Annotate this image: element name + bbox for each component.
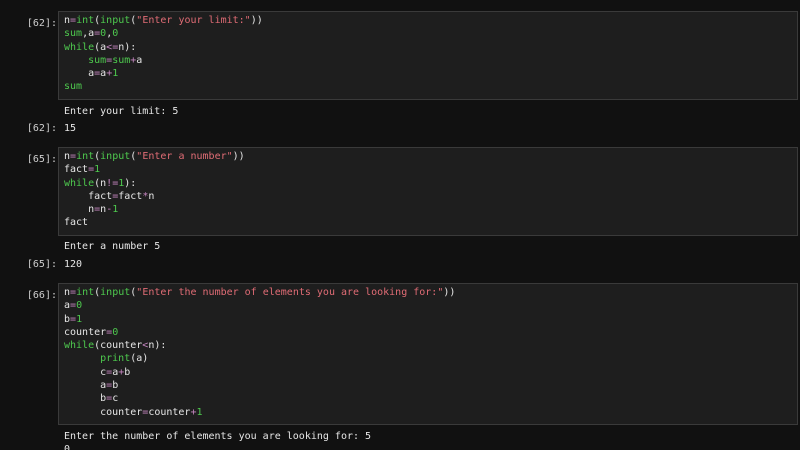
code-token: != bbox=[106, 177, 119, 189]
code-token: <= bbox=[106, 41, 119, 53]
code-token: (a) bbox=[130, 353, 149, 365]
code-token: "Enter a number" bbox=[136, 151, 233, 162]
code-token: fact bbox=[64, 164, 89, 176]
result-output: 15 bbox=[64, 123, 77, 134]
stdout-output: Enter a number 5 bbox=[64, 241, 161, 252]
code-token: int bbox=[76, 151, 95, 162]
code-lines: n=int(input("Enter a number")) fact=1 whil… bbox=[64, 150, 797, 230]
code-token: sum bbox=[64, 81, 83, 93]
code-line: b=1 bbox=[64, 313, 797, 326]
code-lines: n=int(input("Enter your limit:")) sum,a=0… bbox=[64, 14, 797, 94]
code-token: "Enter the number of elements you are lo… bbox=[136, 287, 444, 298]
code-token: sum bbox=[88, 54, 107, 66]
code-line: while(counter<n): bbox=[64, 339, 797, 352]
code-line: a=b bbox=[64, 379, 797, 392]
code-token: ): bbox=[124, 41, 137, 53]
input-prompt: [62]: bbox=[26, 18, 57, 29]
code-token: )) bbox=[232, 151, 245, 162]
code-token: 1 bbox=[76, 313, 83, 325]
code-token: counter bbox=[64, 326, 107, 338]
stdout-output: Enter your limit: 5 bbox=[64, 106, 179, 117]
code-token: int bbox=[76, 287, 95, 298]
code-line: n=int(input("Enter your limit:")) bbox=[64, 14, 797, 27]
code-line: fact bbox=[64, 216, 797, 229]
code-line: b=c bbox=[64, 392, 797, 405]
code-line: counter=counter+1 bbox=[64, 406, 797, 419]
code-token: 0 bbox=[112, 28, 119, 40]
code-line: n=int(input("Enter a number")) bbox=[64, 150, 797, 163]
code-line: a=a+1 bbox=[64, 67, 797, 80]
code-token: )) bbox=[443, 287, 456, 298]
code-token: int bbox=[76, 15, 95, 26]
code-line: sum,a=0,0 bbox=[64, 27, 797, 40]
code-token: 1 bbox=[112, 68, 119, 80]
code-token: n bbox=[148, 190, 155, 202]
stdout-output: Enter the number of elements you are loo… bbox=[64, 431, 372, 450]
code-lines: n=int(input("Enter the number of element… bbox=[64, 286, 797, 419]
code-token: sum bbox=[112, 54, 131, 66]
code-editor[interactable]: n=int(input("Enter the number of element… bbox=[58, 283, 798, 425]
code-token: b bbox=[124, 366, 131, 378]
code-token: 1 bbox=[196, 406, 203, 418]
code-token: a bbox=[136, 54, 143, 66]
code-token: 1 bbox=[112, 204, 119, 216]
code-token: 0 bbox=[76, 300, 83, 312]
output-prompt: [62]: bbox=[26, 123, 57, 134]
code-line: n=int(input("Enter the number of element… bbox=[64, 286, 797, 299]
code-line: print(a) bbox=[64, 352, 797, 365]
code-token: input bbox=[100, 15, 131, 26]
code-token: 0 bbox=[112, 326, 119, 338]
code-token: fact bbox=[64, 217, 89, 229]
code-line: a=0 bbox=[64, 299, 797, 312]
code-token: fact bbox=[118, 190, 143, 202]
code-line: c=a+b bbox=[64, 366, 797, 379]
input-prompt: [65]: bbox=[26, 154, 57, 165]
code-token: while bbox=[64, 177, 95, 189]
code-token: input bbox=[100, 151, 131, 162]
result-output: 120 bbox=[64, 259, 83, 270]
code-editor[interactable]: n=int(input("Enter your limit:")) sum,a=0… bbox=[58, 11, 798, 100]
code-line: n=n-1 bbox=[64, 203, 797, 216]
code-token: )) bbox=[250, 15, 263, 26]
code-line: while(a<=n): bbox=[64, 41, 797, 54]
code-token: counter bbox=[100, 340, 143, 352]
code-token: ): bbox=[154, 340, 167, 352]
code-token: print bbox=[100, 353, 131, 365]
code-token: "Enter your limit:" bbox=[136, 15, 251, 26]
code-token: 1 bbox=[94, 164, 101, 176]
code-token: fact bbox=[88, 190, 113, 202]
code-line: sum bbox=[64, 80, 797, 93]
output-prompt: [65]: bbox=[26, 259, 57, 270]
code-token: while bbox=[64, 41, 95, 53]
code-editor[interactable]: n=int(input("Enter a number")) fact=1 whil… bbox=[58, 147, 798, 236]
code-token: while bbox=[64, 340, 95, 352]
code-token: input bbox=[100, 287, 131, 298]
code-token: c bbox=[112, 393, 119, 405]
code-line: fact=1 bbox=[64, 163, 797, 176]
code-line: counter=0 bbox=[64, 326, 797, 339]
code-line: sum=sum+a bbox=[64, 54, 797, 67]
code-token: sum bbox=[64, 28, 83, 40]
code-token: ): bbox=[124, 177, 137, 189]
code-token: counter bbox=[148, 406, 191, 418]
code-token: b bbox=[112, 380, 119, 392]
code-line: fact=fact*n bbox=[64, 190, 797, 203]
code-line: while(n!=1): bbox=[64, 177, 797, 190]
input-prompt: [66]: bbox=[26, 290, 57, 301]
code-token: counter bbox=[100, 406, 143, 418]
